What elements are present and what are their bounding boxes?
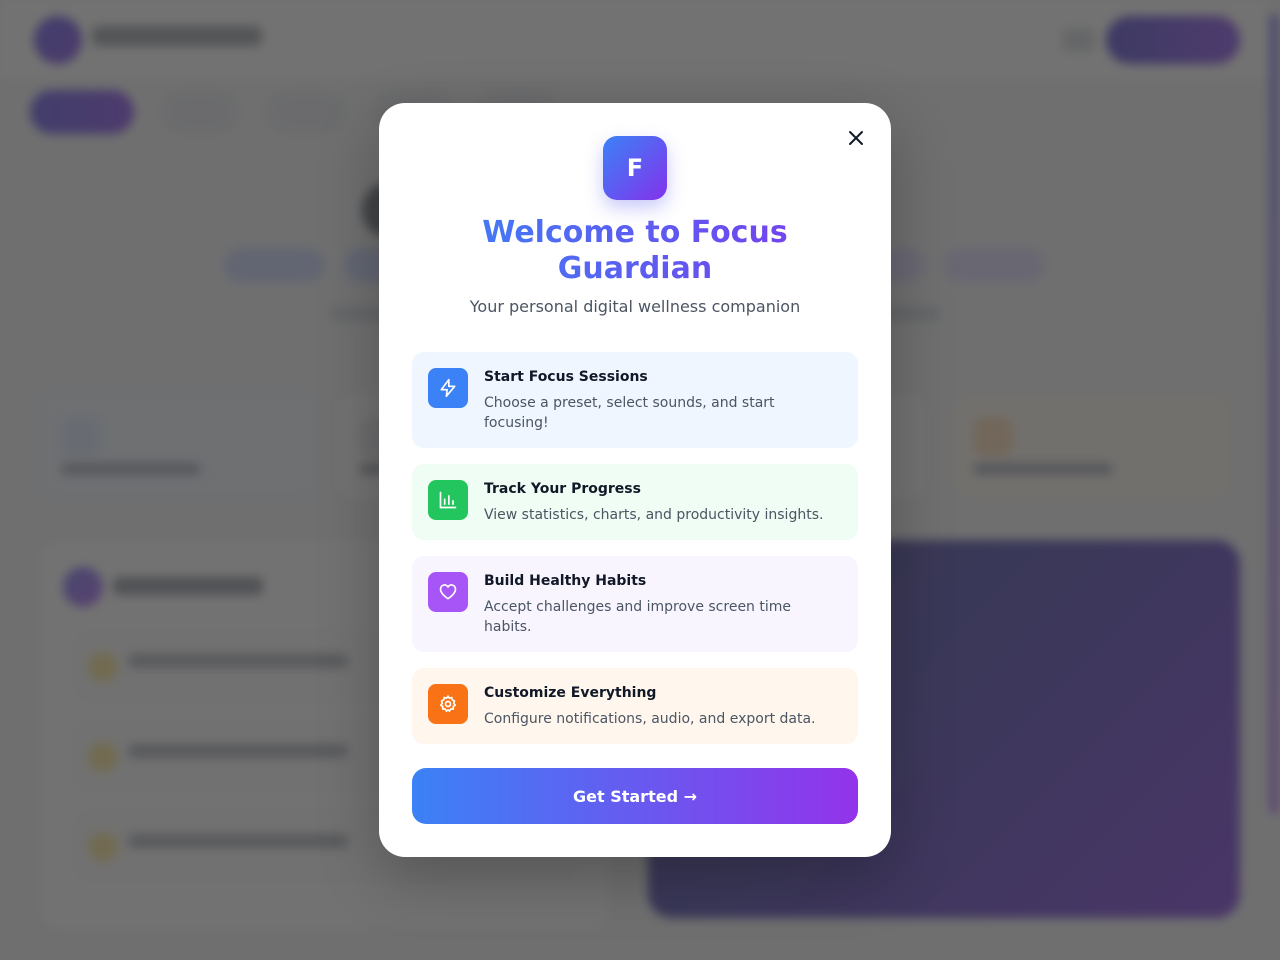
- close-icon: [848, 130, 864, 150]
- feature-description: Accept challenges and improve screen tim…: [484, 599, 792, 635]
- feature-title: Build Healthy Habits: [484, 573, 647, 589]
- heart-icon: [428, 572, 468, 612]
- feature-title: Customize Everything: [484, 685, 657, 701]
- feature-title: Start Focus Sessions: [484, 369, 648, 385]
- app-icon-letter: F: [626, 154, 644, 182]
- feature-description: Configure notifications, audio, and expo…: [484, 711, 816, 727]
- dialog-title: Welcome to Focus Guardian: [419, 215, 851, 287]
- feature-description: Choose a preset, select sounds, and star…: [484, 395, 775, 431]
- app-icon: F: [603, 136, 667, 200]
- feature-description: View statistics, charts, and productivit…: [484, 507, 824, 523]
- welcome-dialog: F Welcome to Focus Guardian Your persona…: [379, 103, 891, 857]
- feature-card-healthy-habits: Build Healthy Habits Accept challenges a…: [412, 556, 858, 652]
- feature-card-customize: Customize Everything Configure notificat…: [412, 668, 858, 744]
- bar-chart-icon: [428, 480, 468, 520]
- lightning-icon: [428, 368, 468, 408]
- dialog-subtitle: Your personal digital wellness companion: [469, 297, 801, 316]
- feature-title: Track Your Progress: [484, 481, 641, 497]
- close-button[interactable]: [843, 127, 869, 153]
- gear-icon: [428, 684, 468, 724]
- feature-card-focus-sessions: Start Focus Sessions Choose a preset, se…: [412, 352, 858, 448]
- get-started-button[interactable]: Get Started →: [412, 768, 858, 824]
- feature-card-track-progress: Track Your Progress View statistics, cha…: [412, 464, 858, 540]
